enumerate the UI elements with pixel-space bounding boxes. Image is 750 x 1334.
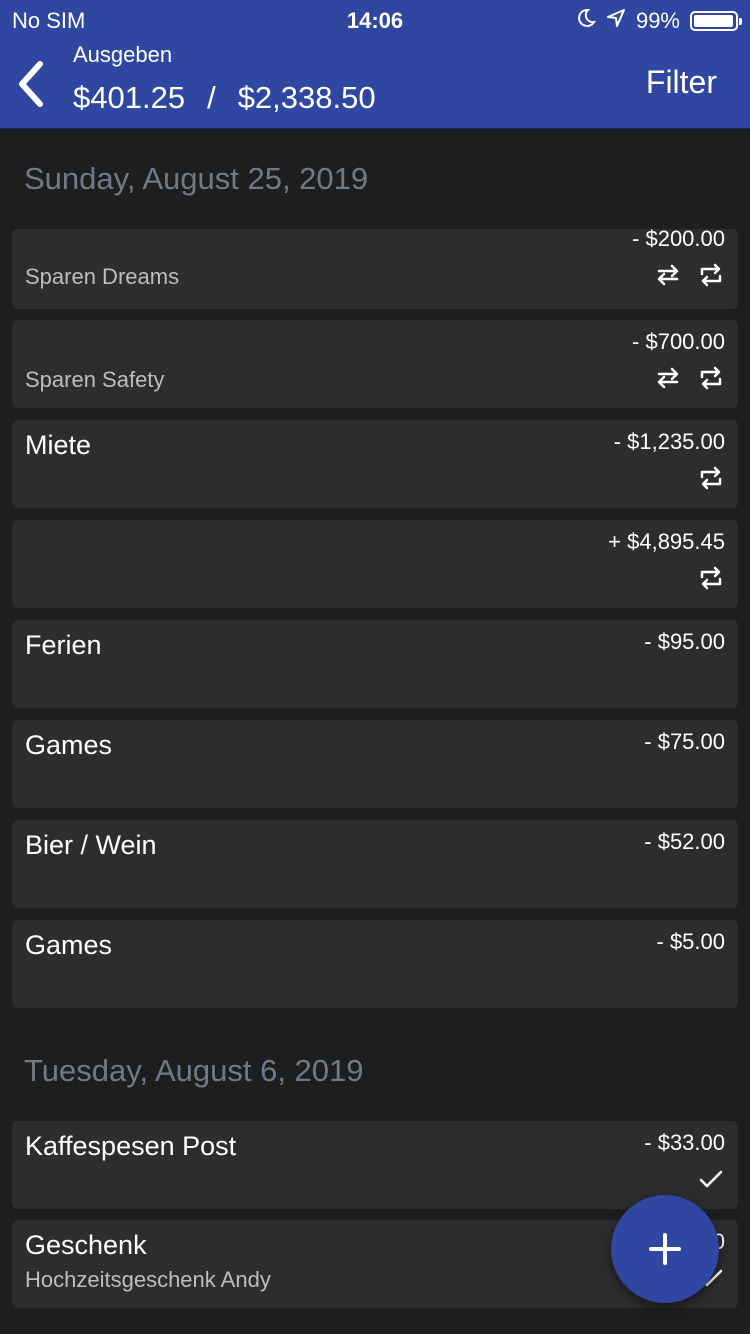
transaction-amount: + $4,895.45 — [608, 529, 725, 554]
transaction-flags — [699, 466, 723, 490]
transaction-title: Games — [25, 730, 113, 760]
repeat-icon — [699, 263, 723, 287]
transaction-card[interactable]: Kaffespesen Post - $33.00 — [12, 1121, 738, 1209]
battery-icon — [690, 11, 742, 31]
transaction-note: Sparen Safety — [25, 367, 165, 392]
transaction-card[interactable]: Bier / Wein - $52.00 — [12, 820, 738, 908]
transaction-title: Bier / Wein — [25, 830, 157, 860]
transaction-amount: - $33.00 — [644, 1130, 725, 1155]
transaction-card[interactable]: Ferien - $95.00 — [12, 620, 738, 708]
transaction-title: Ferien — [25, 630, 102, 660]
location-arrow-icon — [606, 8, 626, 34]
transaction-title: Games — [25, 930, 113, 960]
transfer-icon — [655, 264, 681, 286]
transaction-flags — [655, 263, 723, 287]
transaction-card[interactable]: + $4,895.45 — [12, 520, 738, 608]
status-indicators: 99% — [576, 8, 742, 34]
transaction-amount: - $700.00 — [632, 329, 725, 354]
budget-summary: $401.25 / $2,338.50 — [73, 80, 376, 116]
transaction-card[interactable]: Miete - $1,235.00 — [12, 420, 738, 508]
transaction-amount: - $1,235.00 — [613, 429, 725, 454]
battery-percentage: 99% — [635, 8, 680, 33]
transaction-card[interactable]: Sparen Dreams - $200.00 — [12, 226, 738, 309]
transaction-card[interactable]: Games - $5.00 — [12, 920, 738, 1008]
back-button[interactable] — [14, 60, 50, 108]
transaction-amount: - $95.00 — [644, 629, 725, 654]
transaction-flags — [699, 566, 723, 590]
transaction-title: Kaffespesen Post — [25, 1131, 237, 1161]
transaction-flags — [699, 1167, 723, 1191]
transaction-amount: - $52.00 — [644, 829, 725, 854]
checkmark-icon — [699, 1167, 723, 1191]
filter-button[interactable]: Filter — [646, 64, 717, 101]
transaction-card[interactable]: Games - $75.00 — [12, 720, 738, 808]
moon-icon — [576, 8, 596, 34]
transaction-title: Geschenk — [25, 1230, 147, 1260]
date-header: Sunday, August 25, 2019 — [24, 161, 369, 196]
transaction-amount: - $200.00 — [632, 226, 725, 251]
transaction-flags — [655, 366, 723, 390]
transfer-icon — [655, 367, 681, 389]
page-subtitle: Ausgeben — [73, 42, 173, 67]
transaction-list[interactable]: Sunday, August 25, 2019 Sparen Dreams - $2… — [0, 129, 750, 1334]
chevron-left-icon — [14, 61, 50, 112]
status-bar: No SIM 14:06 99% — [0, 0, 750, 40]
add-transaction-button[interactable] — [611, 1195, 719, 1303]
transaction-title: Miete — [25, 430, 92, 460]
spent-amount: $401.25 — [73, 80, 186, 115]
repeat-icon — [699, 566, 723, 590]
transaction-amount: - $75.00 — [644, 729, 725, 754]
repeat-icon — [699, 466, 723, 490]
transaction-note: Sparen Dreams — [25, 264, 180, 289]
repeat-icon — [699, 366, 723, 390]
transaction-note: Hochzeitsgeschenk Andy — [25, 1267, 271, 1292]
budget-amount: $2,338.50 — [237, 80, 376, 115]
transaction-card[interactable]: Sparen Safety - $700.00 — [12, 320, 738, 408]
date-header: Tuesday, August 6, 2019 — [24, 1053, 364, 1088]
navigation-bar: Ausgeben $401.25 / $2,338.50 Filter — [0, 40, 750, 129]
amount-separator: / — [207, 80, 216, 115]
transaction-amount: - $5.00 — [656, 929, 726, 954]
